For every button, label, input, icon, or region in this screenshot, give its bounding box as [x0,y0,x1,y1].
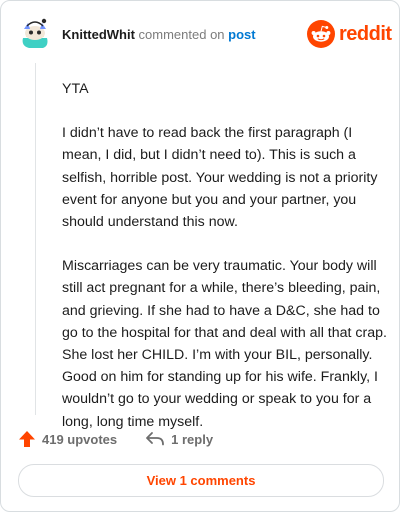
comment-paragraph: Miscarriages can be very traumatic. Your… [62,258,387,430]
avatar[interactable] [17,14,53,50]
comment-paragraph: I didn’t have to read back the first par… [62,125,378,231]
post-link[interactable]: post [228,27,255,42]
upvote-count: 419 upvotes [42,431,118,447]
reply-count: 1 reply [171,431,214,447]
reply-button[interactable]: 1 reply [145,431,213,447]
comment-card: KnittedWhit commented on post reddit YTA… [0,0,400,512]
reddit-snoo-icon [307,20,335,48]
commented-on-text: commented on [138,27,225,42]
comment-paragraph: YTA [62,81,89,97]
upvote-button[interactable]: 419 upvotes [18,430,117,448]
thread-line[interactable] [35,63,36,415]
reddit-logo[interactable]: reddit [307,19,392,49]
comment-body: YTA I didn’t have to read back the first… [62,69,392,433]
upvote-arrow-icon [19,431,35,447]
view-comments-button[interactable]: View 1 comments [18,464,384,497]
reddit-wordmark: reddit [339,22,392,45]
username-link[interactable]: KnittedWhit [62,27,135,42]
comment-header: KnittedWhit commented on post [62,27,256,43]
reply-arrow-icon [146,432,165,446]
comment-footer: 419 upvotes 1 reply [18,430,213,448]
